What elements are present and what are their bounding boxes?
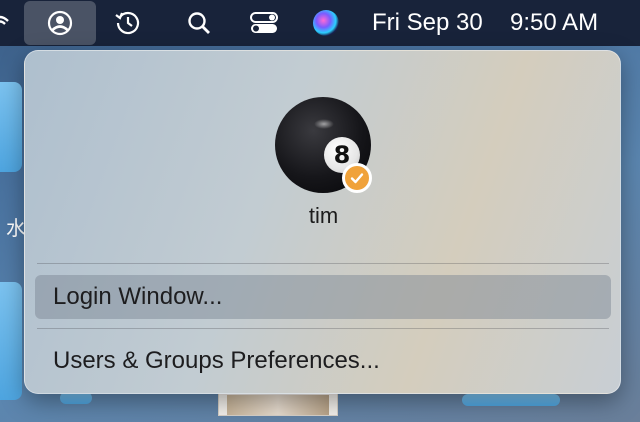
menu-divider	[37, 328, 609, 329]
desktop-folder-icon[interactable]	[462, 394, 560, 406]
desktop-photo-thumbnail[interactable]	[218, 392, 338, 416]
avatar-shine	[314, 119, 334, 129]
wifi-icon[interactable]	[0, 0, 14, 46]
menu-divider	[37, 263, 609, 264]
checkmark-icon	[342, 163, 372, 193]
desktop-label: 水	[6, 216, 26, 240]
menubar-time[interactable]: 9:50 AM	[510, 0, 598, 46]
user-account-menu: 8 tim Login Window... Users & Groups Pre…	[24, 50, 621, 394]
spotlight-search-icon[interactable]	[177, 0, 221, 46]
siri-icon[interactable]	[304, 0, 348, 46]
desktop-folder-icon[interactable]	[0, 282, 22, 400]
users-groups-preferences-menu-item[interactable]: Users & Groups Preferences...	[35, 339, 611, 383]
time-machine-icon[interactable]	[106, 0, 150, 46]
photo-content	[227, 395, 329, 415]
username-label: tim	[308, 203, 339, 228]
user-account-icon[interactable]	[24, 1, 96, 45]
menubar-date[interactable]: Fri Sep 30	[372, 0, 483, 46]
login-window-menu-item[interactable]: Login Window...	[35, 275, 611, 319]
control-center-icon[interactable]	[242, 0, 286, 46]
menu-bar: Fri Sep 30 9:50 AM	[0, 0, 640, 46]
desktop-folder-icon[interactable]	[0, 82, 22, 172]
